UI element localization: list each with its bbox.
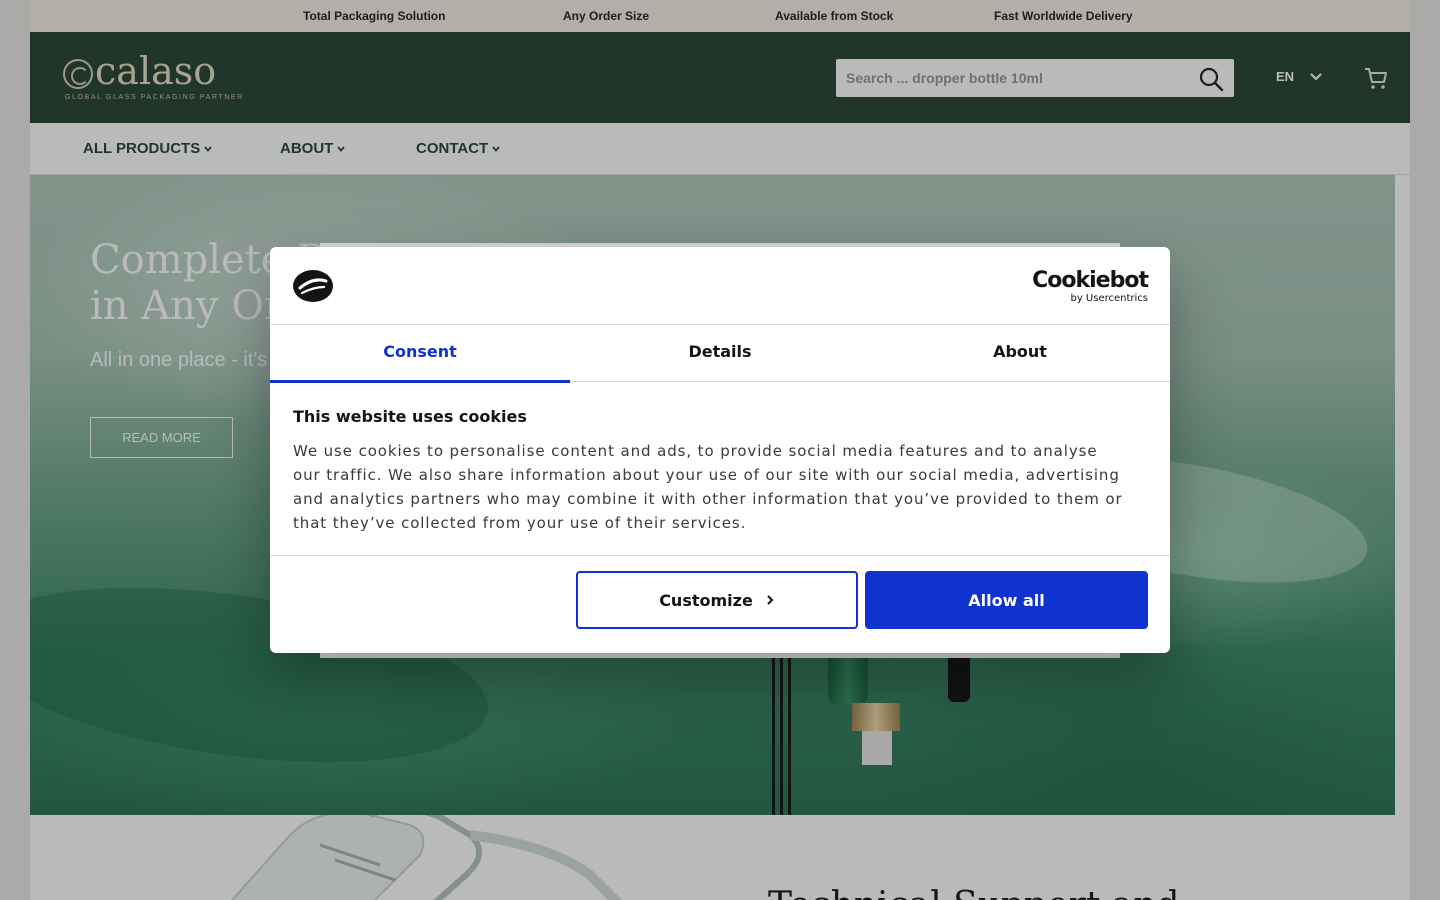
tab-details[interactable]: Details <box>570 325 870 382</box>
dialog-description: We use cookies to personalise content an… <box>293 442 1123 532</box>
site-logo-icon <box>293 270 333 302</box>
tab-consent[interactable]: Consent <box>270 325 570 383</box>
dialog-title: This website uses cookies <box>293 407 527 426</box>
cookiebot-brand-name: Cookiebot <box>1032 268 1149 293</box>
cookiebot-brand-sub: by Usercentrics <box>1070 293 1148 304</box>
dialog-body: This website uses cookies We use cookies… <box>270 382 1170 556</box>
chevron-right-icon <box>767 595 774 605</box>
dialog-tabs: Consent Details About <box>270 325 1170 383</box>
allow-all-button[interactable]: Allow all <box>865 571 1148 629</box>
customize-label: Customize <box>659 590 753 610</box>
tab-about[interactable]: About <box>870 325 1170 382</box>
cookie-consent-dialog: Cookiebot by Usercentrics Consent Detail… <box>270 247 1170 653</box>
allow-all-label: Allow all <box>968 590 1045 610</box>
customize-button[interactable]: Customize <box>576 571 858 629</box>
dialog-header: Cookiebot by Usercentrics <box>270 247 1170 325</box>
cookiebot-logo[interactable]: Cookiebot by Usercentrics <box>1032 268 1149 305</box>
